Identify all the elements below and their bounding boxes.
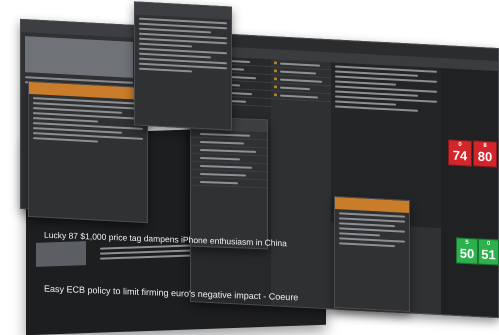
price-tile-big-value: 50 bbox=[459, 245, 475, 262]
price-tile-big-value: 80 bbox=[477, 148, 493, 165]
price-tile-big-value: 51 bbox=[481, 246, 496, 263]
floating-list-window bbox=[190, 116, 268, 250]
chat-image bbox=[25, 36, 133, 78]
news-thumbnail-image bbox=[36, 241, 86, 267]
price-tile[interactable]: 8 80 bbox=[473, 140, 497, 168]
price-tile[interactable]: 0 51 bbox=[478, 238, 499, 266]
price-tile[interactable]: 5 50 bbox=[456, 237, 478, 265]
chat-window-front bbox=[28, 80, 148, 224]
chat-window-bottom-right bbox=[334, 196, 410, 312]
price-tile[interactable]: 0 74 bbox=[448, 139, 472, 167]
price-tile-big-value: 74 bbox=[452, 147, 468, 164]
chat-window-back-titlebar bbox=[21, 19, 137, 39]
chat-window-tall-titlebar bbox=[135, 2, 231, 20]
center-column bbox=[271, 59, 331, 313]
chat-window-bottom-right-titlebar bbox=[335, 197, 409, 213]
list-item[interactable] bbox=[191, 177, 267, 189]
chat-window-tall bbox=[134, 1, 232, 131]
right-edge-panel bbox=[441, 68, 499, 319]
